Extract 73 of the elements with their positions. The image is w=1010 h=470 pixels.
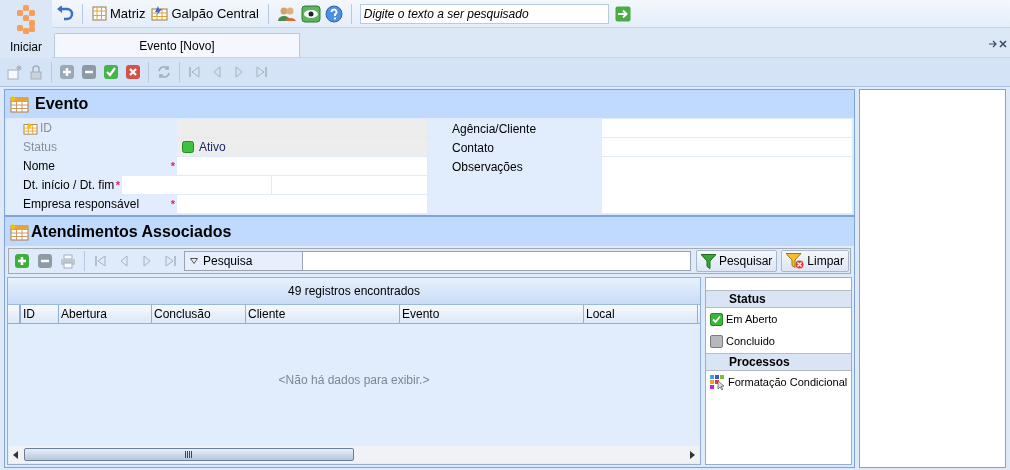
side-panel-item[interactable]: Concluido <box>710 333 851 350</box>
column-header[interactable]: Local <box>584 305 698 323</box>
record-count: 49 registros encontrados <box>287 283 421 300</box>
notes-field[interactable] <box>602 157 852 213</box>
field-label: Agência/Cliente <box>452 121 537 138</box>
horizontal-scrollbar[interactable] <box>9 446 699 463</box>
required-marker: * <box>170 158 175 174</box>
branch-button[interactable]: Galpão Central <box>150 3 260 24</box>
undo-icon[interactable] <box>56 5 74 22</box>
status-square-icon <box>182 141 194 153</box>
input-field[interactable] <box>177 195 427 213</box>
color-grid-cursor-icon <box>710 375 725 390</box>
side-panel-item[interactable]: Formatação Condicional <box>710 374 851 391</box>
column-header[interactable]: Cliente <box>246 305 400 323</box>
grip-icon <box>185 451 193 458</box>
users-icon[interactable] <box>276 5 297 22</box>
close-icon[interactable] <box>999 40 1007 48</box>
pin-arrow-icon[interactable] <box>989 40 998 48</box>
field-label: Observações <box>452 159 523 176</box>
new-record-icon <box>6 64 22 80</box>
table-icon <box>23 121 38 135</box>
branch-button[interactable]: Matriz <box>91 3 147 24</box>
table-icon <box>9 222 29 241</box>
column-header[interactable]: Conclusão <box>152 305 246 323</box>
search-button[interactable]: Pesquisar <box>695 250 778 272</box>
input-field[interactable] <box>602 138 852 156</box>
add-icon <box>14 253 30 269</box>
grid-icon <box>92 6 107 21</box>
refresh-icon <box>156 64 172 80</box>
column-header[interactable]: ID <box>21 305 59 323</box>
eye-icon[interactable] <box>300 4 321 23</box>
column-header[interactable]: Abertura <box>59 305 152 323</box>
column-header[interactable]: Evento <box>400 305 584 323</box>
clear-button[interactable]: Limpar <box>781 250 849 272</box>
section-title: Atendimentos Associados <box>31 221 232 242</box>
lock-icon <box>28 64 44 80</box>
first-icon <box>93 253 109 269</box>
remove-icon <box>81 64 97 80</box>
field-label: Status <box>23 139 58 156</box>
side-section-title: Status <box>729 291 766 308</box>
help-icon[interactable] <box>324 4 343 23</box>
checkmark-icon <box>103 64 119 80</box>
input-field[interactable] <box>177 157 427 175</box>
required-marker: * <box>115 177 120 193</box>
scrollbar-thumb[interactable] <box>24 448 354 461</box>
last-icon <box>162 253 178 269</box>
end-date-field[interactable] <box>272 176 427 194</box>
field-label: Empresa responsável <box>23 196 140 213</box>
close-icon <box>125 64 141 80</box>
field-label: Nome <box>23 158 55 175</box>
first-icon <box>187 64 203 80</box>
field-label: Dt. início / Dt. fim <box>23 177 115 194</box>
add-icon <box>59 64 75 80</box>
required-marker: * <box>170 196 175 212</box>
side-section-title: Processos <box>729 354 790 371</box>
field-label: ID <box>40 120 52 137</box>
table-icon <box>9 95 29 113</box>
tab[interactable]: Evento [Novo] <box>54 33 300 57</box>
printer-icon <box>60 253 76 269</box>
last-icon <box>253 64 269 80</box>
input-field[interactable] <box>177 119 427 137</box>
remove-icon <box>37 253 53 269</box>
empty-message: <Não há dados para exibir.> <box>278 372 430 389</box>
start-button[interactable]: Iniciar <box>0 0 52 58</box>
section-title: Evento <box>35 94 89 114</box>
filter-remove-icon <box>786 253 805 269</box>
field-label: Contato <box>452 140 495 157</box>
table-icon <box>151 6 169 21</box>
search-field[interactable]: Digite o texto a ser pesquisado <box>359 3 609 24</box>
input-field[interactable] <box>602 119 852 137</box>
start-date-field[interactable] <box>122 176 271 194</box>
filter-icon <box>700 253 716 269</box>
side-panel-item[interactable]: Em Aberto <box>710 311 851 328</box>
